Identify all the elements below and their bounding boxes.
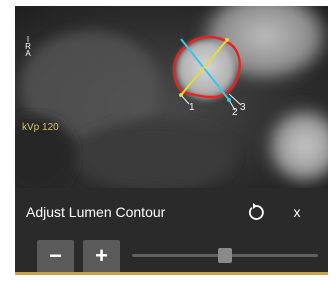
adjust-lumen-panel: Adjust Lumen Contour x − + bbox=[15, 188, 328, 274]
panel-title: Adjust Lumen Contour bbox=[26, 204, 166, 220]
orientation-letter: A bbox=[25, 49, 31, 58]
slider-thumb[interactable] bbox=[218, 248, 232, 263]
orientation-marker: I R A bbox=[24, 36, 32, 58]
point-label-1: 1 bbox=[189, 102, 195, 113]
increase-button[interactable]: + bbox=[83, 240, 120, 274]
ct-viewer-frame: I R A kVp 120 1 2 3 Adjust Lumen Contour… bbox=[15, 6, 328, 275]
kvp-label: kVp 120 bbox=[22, 122, 59, 133]
decrease-button[interactable]: − bbox=[37, 240, 74, 274]
contour-handle-2[interactable] bbox=[227, 98, 231, 102]
bottom-accent-bar bbox=[15, 272, 328, 275]
reset-button[interactable] bbox=[244, 200, 268, 224]
contour-handle-1[interactable] bbox=[179, 93, 183, 97]
point-label-2: 2 bbox=[232, 107, 238, 118]
ct-image-view[interactable] bbox=[15, 6, 328, 188]
contour-slider[interactable] bbox=[132, 248, 318, 264]
rotate-ccw-icon bbox=[249, 203, 264, 220]
point-label-3: 3 bbox=[240, 102, 246, 113]
close-button[interactable]: x bbox=[285, 200, 309, 224]
contour-handle-3[interactable] bbox=[225, 38, 229, 42]
